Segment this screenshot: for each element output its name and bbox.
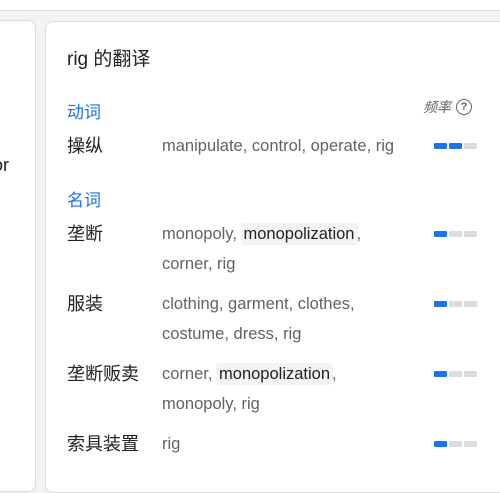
translation-word[interactable]: corner: [162, 365, 208, 383]
term[interactable]: 服装: [67, 290, 103, 316]
translation-word[interactable]: rig: [217, 255, 235, 273]
frequency-bar: [449, 231, 462, 237]
previous-card-text: or: [0, 155, 9, 175]
frequency-bar: [449, 441, 462, 447]
term[interactable]: 垄断贩卖: [67, 360, 139, 386]
frequency-header: 频率 ?: [423, 97, 472, 117]
frequency-bar: [434, 231, 447, 237]
frequency-bars: [434, 231, 477, 237]
translation-words: rig: [162, 430, 407, 460]
frequency-label: 频率: [423, 99, 451, 115]
translation-words: clothing, garment, clothes, costume, dre…: [162, 295, 355, 343]
translations-card: rig 的翻译 动词 频率 ? 操纵 manipulate, control, …: [45, 21, 500, 493]
translation-word[interactable]: control: [252, 137, 302, 155]
frequency-bars: [434, 301, 477, 307]
term[interactable]: 操纵: [67, 132, 103, 158]
frequency-bar: [449, 143, 462, 149]
translation-word[interactable]: costume: [162, 325, 224, 343]
translation-word[interactable]: rig: [376, 137, 394, 155]
translation-word[interactable]: rig: [242, 395, 260, 413]
translation-word[interactable]: monopolization: [240, 223, 358, 245]
translation-word[interactable]: manipulate: [162, 137, 243, 155]
translation-word[interactable]: monopoly: [162, 395, 232, 413]
frequency-bar: [464, 301, 477, 307]
frequency-bars: [434, 371, 477, 377]
translation-word[interactable]: operate: [311, 137, 367, 155]
frequency-bar: [464, 231, 477, 237]
term[interactable]: 垄断: [67, 220, 103, 246]
term[interactable]: 索具装置: [67, 430, 139, 456]
translation-words: manipulate, control, operate, rig: [162, 137, 395, 155]
top-bar: [0, 0, 500, 11]
translation-word[interactable]: corner: [162, 255, 208, 273]
translation-word[interactable]: clothing: [162, 295, 219, 313]
frequency-bars: [434, 143, 477, 149]
frequency-bar: [464, 371, 477, 377]
translation-word[interactable]: monopoly: [162, 225, 232, 243]
translation-word[interactable]: monopolization: [216, 363, 334, 385]
translation-word[interactable]: garment: [228, 295, 289, 313]
section-label-noun: 名词: [67, 191, 101, 210]
help-icon[interactable]: ?: [456, 99, 472, 115]
previous-card: or: [0, 20, 36, 492]
frequency-bar: [449, 301, 462, 307]
frequency-bar: [434, 371, 447, 377]
translation-words: corner, monopolization, monopoly, rig: [162, 363, 337, 413]
frequency-bar: [449, 371, 462, 377]
frequency-bar: [434, 301, 447, 307]
section-label-verb: 动词: [67, 103, 101, 122]
translation-word[interactable]: rig: [162, 435, 180, 453]
translation-word[interactable]: rig: [283, 325, 301, 343]
frequency-bar: [464, 441, 477, 447]
card-title: rig 的翻译: [67, 49, 151, 70]
translation-word[interactable]: clothes: [298, 295, 350, 313]
frequency-bar: [434, 441, 447, 447]
translation-word[interactable]: dress: [234, 325, 274, 343]
frequency-bar: [434, 143, 447, 149]
frequency-bars: [434, 441, 477, 447]
frequency-bar: [464, 143, 477, 149]
translation-words: monopoly, monopolization, corner, rig: [162, 223, 362, 273]
